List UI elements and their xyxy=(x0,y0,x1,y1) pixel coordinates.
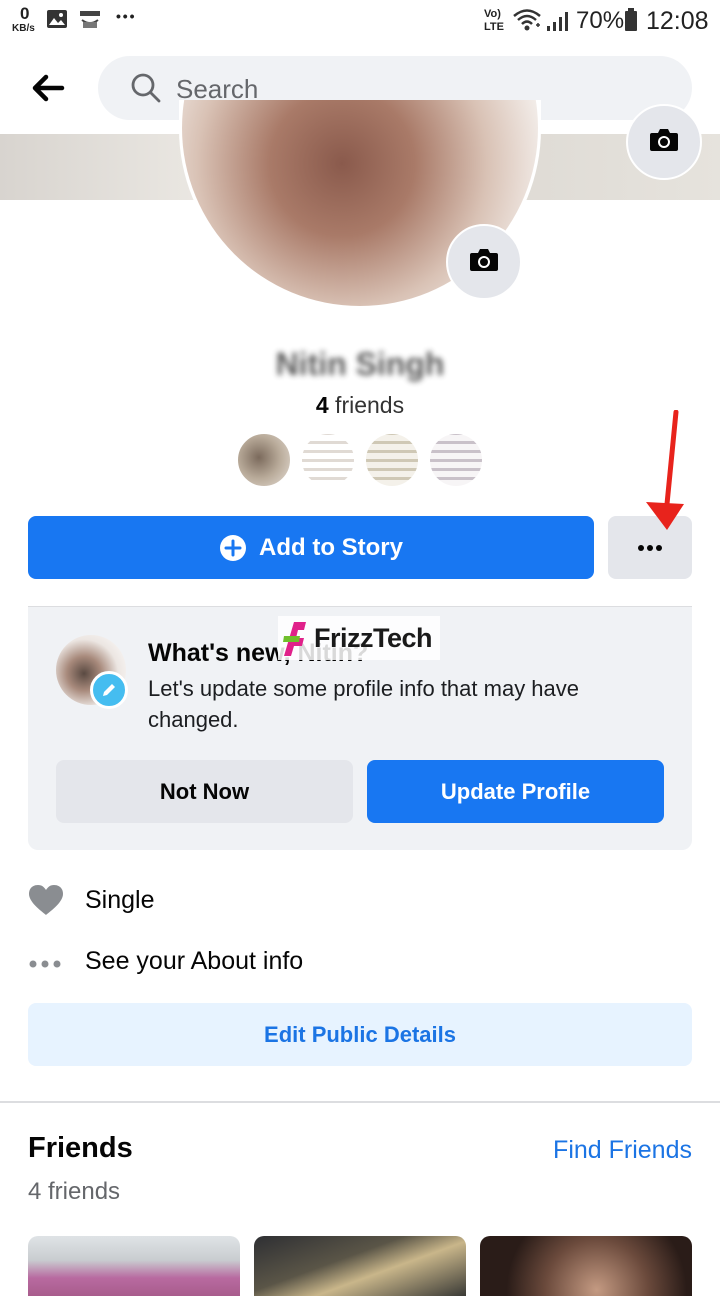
network-speed-unit: KB/s xyxy=(12,23,35,34)
battery-icon xyxy=(624,8,638,32)
friend-thumbnail[interactable] xyxy=(480,1236,692,1296)
frizztech-watermark: FrizzTech xyxy=(278,616,440,660)
network-speed-value: 0 xyxy=(20,4,30,23)
friends-count[interactable]: 4 friends xyxy=(0,392,720,419)
overflow-notifications-icon: • • • xyxy=(116,8,135,24)
find-friends-link[interactable]: Find Friends xyxy=(553,1136,692,1165)
signal-strength-icon xyxy=(546,10,570,32)
edit-public-details-button[interactable]: Edit Public Details xyxy=(28,1003,692,1066)
add-to-story-button[interactable]: Add to Story xyxy=(28,516,594,579)
pencil-edit-icon[interactable] xyxy=(90,671,128,709)
section-divider xyxy=(0,1101,720,1103)
gallery-notification-icon xyxy=(46,9,68,29)
back-arrow-icon[interactable] xyxy=(28,72,68,104)
annotation-arrow-icon xyxy=(640,409,690,534)
volte-label-bottom: LTE xyxy=(484,21,504,33)
friend-avatar[interactable] xyxy=(364,432,420,488)
profile-picture-camera-button[interactable] xyxy=(446,224,522,300)
clock: 12:08 xyxy=(646,7,709,35)
amazon-notification-icon xyxy=(78,10,102,30)
see-about-info-row[interactable]: See your About info xyxy=(28,941,303,981)
relationship-status: Single xyxy=(85,885,155,914)
friends-section-count: 4 friends xyxy=(28,1178,121,1205)
watermark-text: FrizzTech xyxy=(314,622,433,653)
friends-count-number: 4 xyxy=(315,392,329,418)
not-now-button[interactable]: Not Now xyxy=(56,760,353,823)
cover-photo-camera-button[interactable] xyxy=(626,104,702,180)
volte-label-top: Vo) xyxy=(484,8,501,20)
more-dots-icon xyxy=(637,539,663,557)
friend-thumbnail[interactable] xyxy=(28,1236,240,1296)
friend-avatar[interactable] xyxy=(428,432,484,488)
profile-name: Nitin Singh xyxy=(275,346,445,382)
wifi-icon xyxy=(512,7,544,33)
card-body-text: Let's update some profile info that may … xyxy=(148,676,580,732)
friend-avatar[interactable] xyxy=(300,432,356,488)
friends-count-label: friends xyxy=(328,392,405,418)
status-bar: 0 KB/s • • • Vo) LTE 70% 12:08 xyxy=(0,0,720,42)
camera-icon xyxy=(649,127,679,158)
add-to-story-label: Add to Story xyxy=(259,533,403,561)
friend-thumbnail[interactable] xyxy=(254,1236,466,1296)
more-dots-icon xyxy=(28,956,62,968)
friends-section-title: Friends xyxy=(28,1132,133,1164)
watermark-logo-icon xyxy=(280,618,316,658)
update-profile-button[interactable]: Update Profile xyxy=(367,760,664,823)
search-icon xyxy=(130,72,162,104)
see-about-info-link: See your About info xyxy=(85,946,304,975)
heart-icon xyxy=(28,884,64,916)
relationship-info-row: Single xyxy=(28,880,155,920)
battery-percentage: 70% xyxy=(576,7,625,34)
friend-avatar[interactable] xyxy=(236,432,292,488)
camera-icon xyxy=(469,247,499,278)
plus-circle-icon xyxy=(219,534,247,562)
